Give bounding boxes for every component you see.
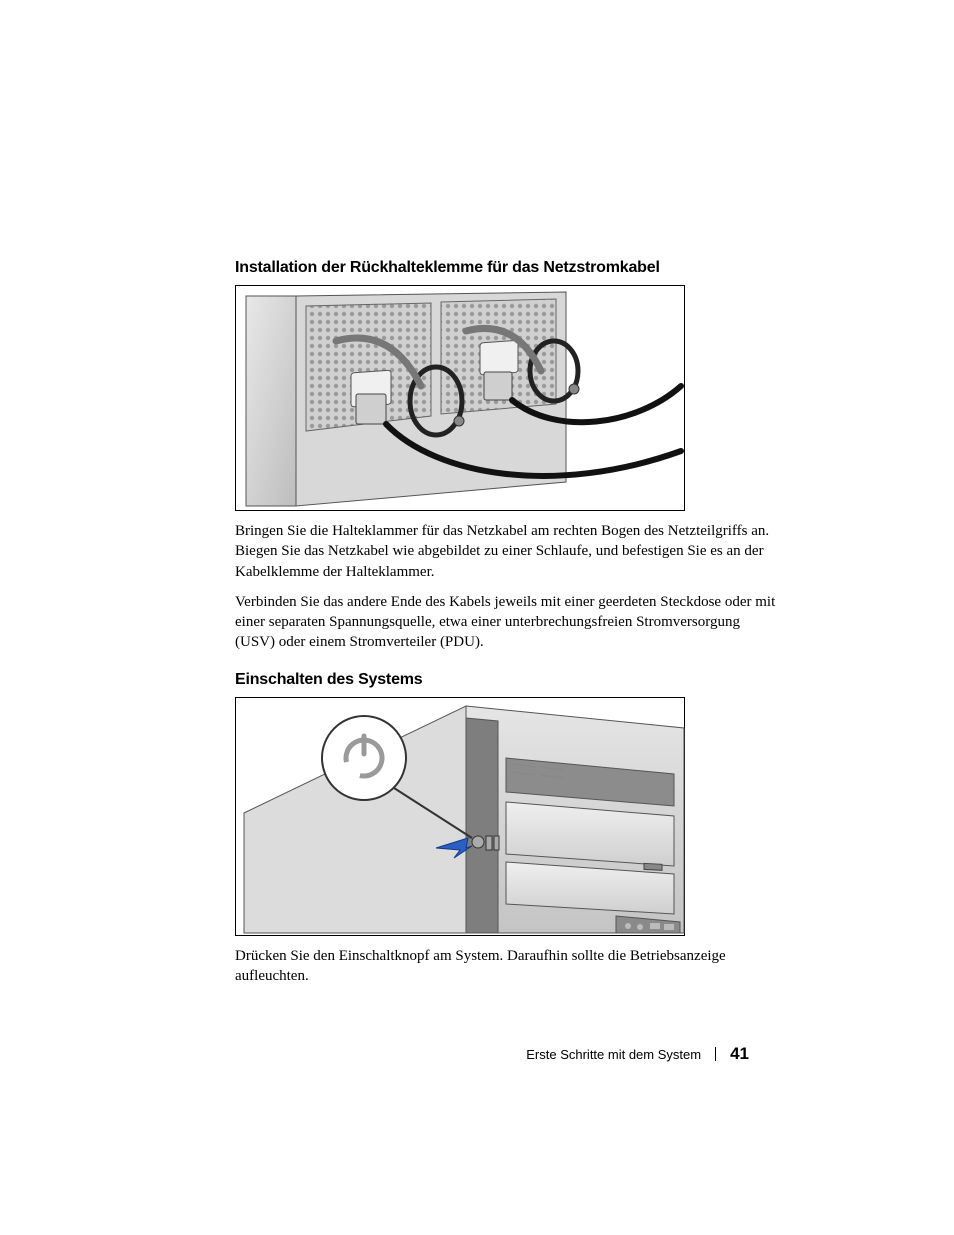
section-power-on: Einschalten des Systems: [235, 671, 780, 987]
paragraph: Bringen Sie die Halteklammer für das Net…: [235, 521, 780, 582]
section-installation: Installation der Rückhalteklemme für das…: [235, 259, 780, 653]
page-content: Installation der Rückhalteklemme für das…: [235, 259, 780, 996]
figure-power-cable-retention: [235, 285, 685, 511]
page-number: 41: [730, 1044, 749, 1064]
heading-installation: Installation der Rückhalteklemme für das…: [235, 259, 780, 277]
paragraph: Drücken Sie den Einschaltknopf am System…: [235, 946, 780, 987]
footer-title: Erste Schritte mit dem System: [526, 1047, 701, 1062]
figure-power-button: [235, 697, 685, 936]
heading-power-on: Einschalten des Systems: [235, 671, 780, 689]
footer-divider: [715, 1047, 716, 1061]
paragraph: Verbinden Sie das andere Ende des Kabels…: [235, 592, 780, 653]
